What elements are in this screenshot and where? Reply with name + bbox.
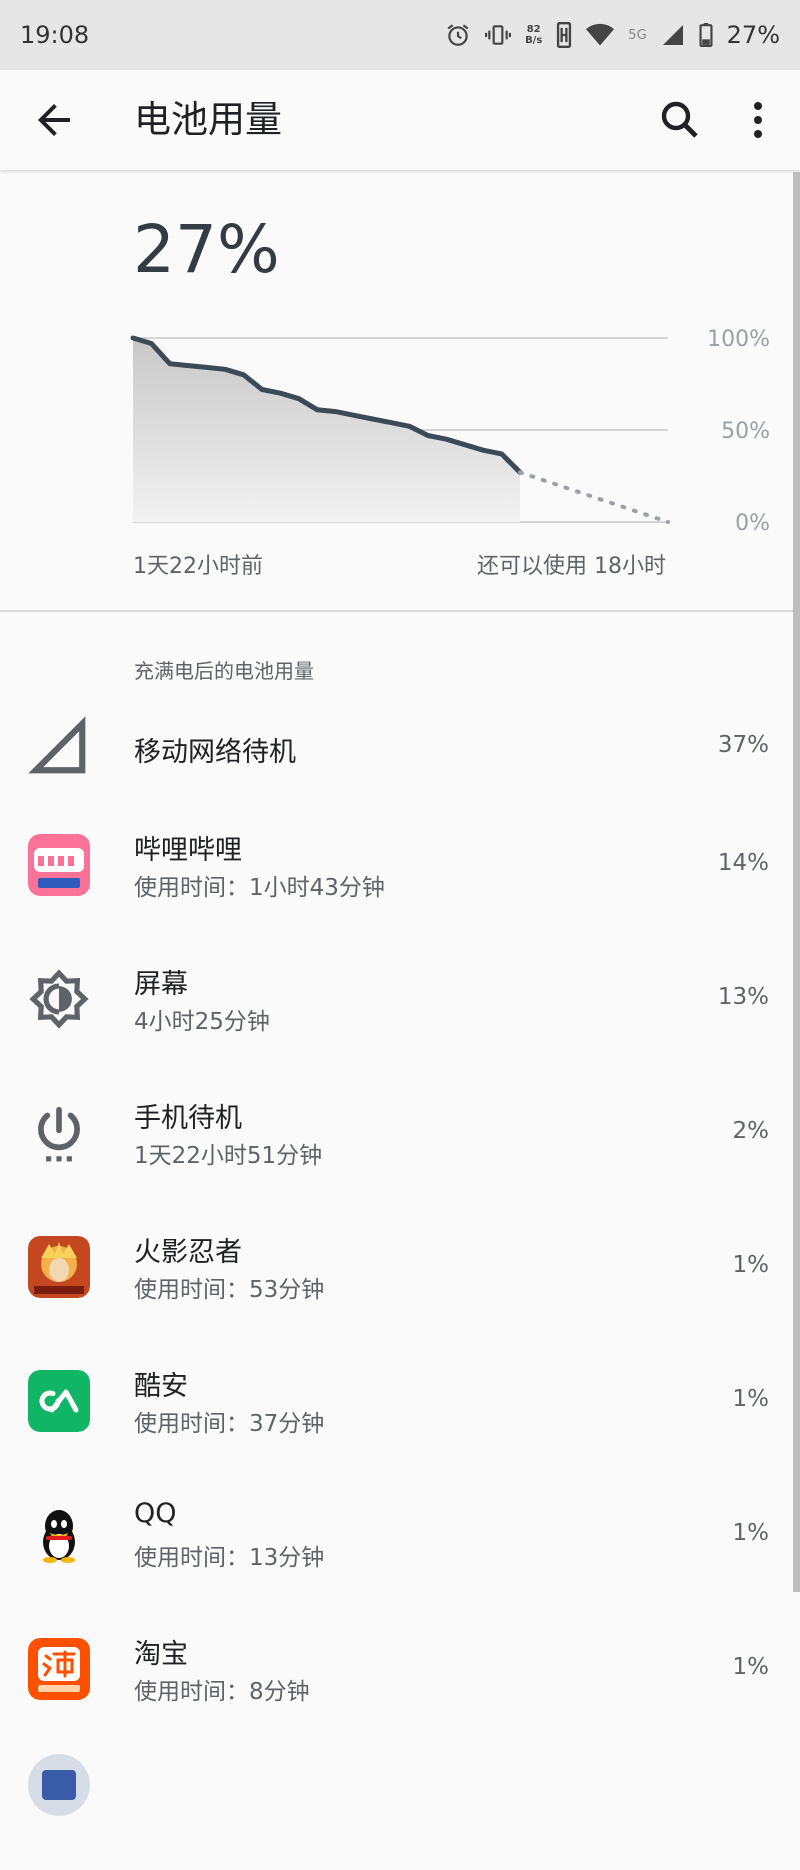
chart-projection-line [518,470,670,524]
cell-signal-icon [662,25,683,45]
vibrate-icon [485,25,512,45]
page-title: 电池用量 [134,98,282,141]
signal-icon [28,716,86,774]
item-label: 屏幕 [134,969,188,1000]
back-arrow-icon[interactable] [30,96,78,144]
list-item-phone-idle[interactable]: 手机待机 1天22小时51分钟 2% [0,1066,793,1200]
power-icon [38,1106,80,1162]
net-speed-unit: B/s [525,35,543,46]
item-subtitle: 使用时间：53分钟 [134,1277,325,1303]
naruto-icon [28,1236,90,1298]
item-label: 淘宝 [134,1639,188,1670]
y-tick-label: 0% [735,511,770,536]
network-type: 5G [628,27,647,43]
net-speed: 82 B/s [525,24,542,46]
item-label: 手机待机 [134,1103,242,1134]
item-percent: 1% [732,1520,770,1546]
chart-start-label: 1天22小时前 [133,554,263,579]
item-subtitle: 1天22小时51分钟 [134,1143,323,1169]
app-bar: 电池用量 [0,70,800,170]
divider [0,610,793,612]
list-item-mobile-network[interactable]: 移动网络待机 37% [0,680,793,814]
item-subtitle: 使用时间：1小时43分钟 [134,875,385,901]
alarm-icon [447,24,469,46]
battery-chart: 100% 50% 0% [130,327,770,536]
list-item-coolapk[interactable]: 酷安 使用时间：37分钟 1% [0,1334,793,1468]
more-options-icon[interactable] [734,96,782,144]
status-icons: 82 B/s 5G 27% [445,21,780,49]
y-tick-label: 50% [721,419,770,444]
item-label: QQ [134,1498,177,1529]
item-percent: 1% [732,1386,770,1412]
item-percent: 13% [717,984,769,1010]
clock: 19:08 [20,21,90,49]
bilibili-icon [28,834,90,896]
coolapk-icon [28,1370,90,1432]
list-item-naruto[interactable]: 火影忍者 使用时间：53分钟 1% [0,1200,793,1334]
qq-icon [43,1510,75,1563]
app-icon [28,1754,90,1816]
item-percent: 1% [732,1654,770,1680]
item-label: 哔哩哔哩 [134,835,242,866]
brightness-icon [29,969,89,1029]
list-item-taobao[interactable]: 淘宝 使用时间：8分钟 1% [0,1602,793,1736]
item-subtitle: 使用时间：37分钟 [134,1411,325,1437]
item-percent: 1% [732,1252,770,1278]
taobao-icon [28,1638,90,1700]
wifi-icon [586,23,615,46]
item-percent: 37% [717,732,769,758]
chart-remaining-label: 还可以使用 18小时 [477,554,666,579]
item-subtitle: 使用时间：8分钟 [134,1679,310,1705]
item-label: 酷安 [134,1371,188,1402]
net-speed-value: 82 [526,24,541,35]
hd-icon [557,22,572,48]
item-label: 火影忍者 [134,1237,242,1268]
item-subtitle: 4小时25分钟 [134,1009,270,1035]
chart-y-ticks: 100% 50% 0% [707,327,770,536]
status-bar: 19:08 82 B/s 5G 27% [0,0,800,70]
list-item-bilibili[interactable]: 哔哩哔哩 使用时间：1小时43分钟 14% [0,798,793,932]
item-subtitle: 使用时间：13分钟 [134,1545,325,1571]
item-label: 移动网络待机 [134,737,296,768]
battery-icon [699,23,713,47]
battery-percent: 27% [726,21,780,49]
list-item-screen[interactable]: 屏幕 4小时25分钟 13% [0,932,793,1066]
list-item-partial[interactable] [0,1736,793,1870]
item-percent: 2% [732,1118,770,1144]
item-percent: 14% [717,850,769,876]
search-icon[interactable] [656,96,704,144]
battery-level: 27% [133,211,280,288]
list-item-qq[interactable]: QQ 使用时间：13分钟 1% [0,1468,793,1602]
y-tick-label: 100% [707,327,770,352]
